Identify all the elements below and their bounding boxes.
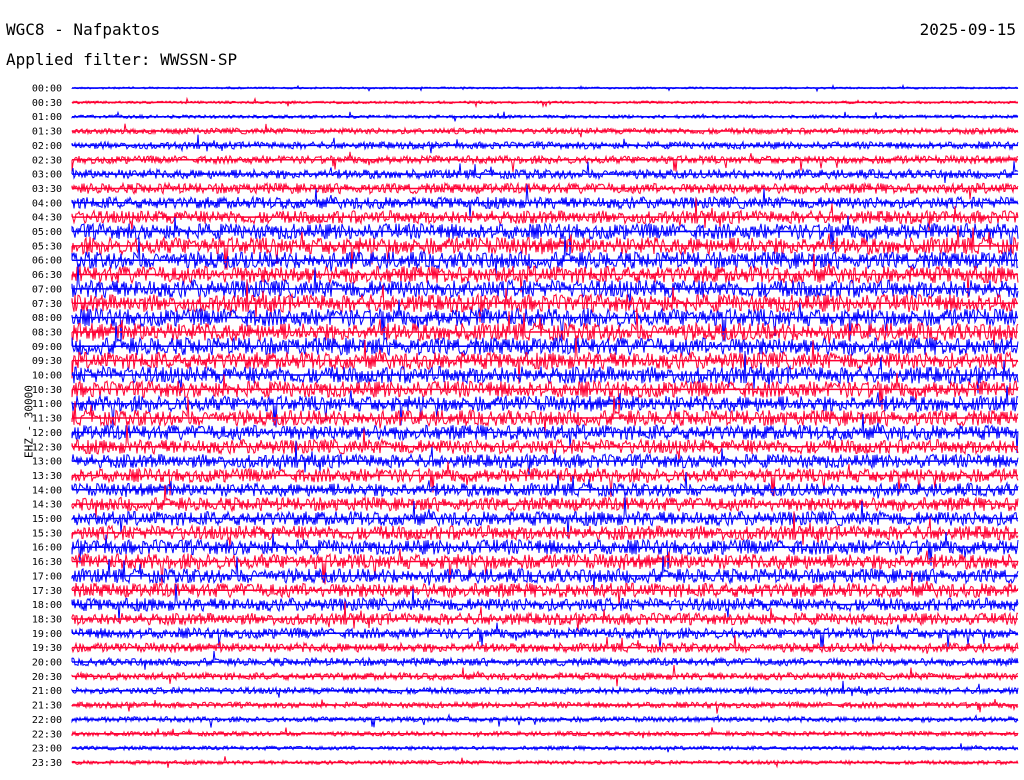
- trace-line: [71, 134, 1019, 154]
- trace-group: [71, 83, 1019, 769]
- time-label: 05:30: [32, 241, 62, 252]
- time-label: 19:00: [32, 629, 62, 640]
- time-label: 20:30: [32, 672, 62, 683]
- time-label: 18:00: [32, 600, 62, 611]
- time-label: 11:00: [32, 399, 62, 410]
- trace-line: [71, 713, 1019, 728]
- time-label: 15:30: [32, 528, 62, 539]
- time-label: 15:00: [32, 514, 62, 525]
- time-label: 03:30: [32, 184, 62, 195]
- trace-line: [71, 650, 1019, 670]
- trace-line: [71, 680, 1019, 698]
- time-label: 20:00: [32, 658, 62, 669]
- time-label: 08:30: [32, 327, 62, 338]
- time-label: 19:30: [32, 643, 62, 654]
- time-label: 23:30: [32, 758, 62, 769]
- trace-line: [71, 151, 1019, 173]
- time-label: 02:30: [32, 155, 62, 166]
- time-label: 02:00: [32, 141, 62, 152]
- time-label: 12:30: [32, 442, 62, 453]
- time-label: 01:30: [32, 127, 62, 138]
- time-label: 07:30: [32, 299, 62, 310]
- time-label: 05:00: [32, 227, 62, 238]
- trace-line: [71, 727, 1019, 739]
- time-label: 09:00: [32, 342, 62, 353]
- time-label: 09:30: [32, 356, 62, 367]
- time-label: 13:30: [32, 471, 62, 482]
- time-label: 00:00: [32, 84, 62, 95]
- time-label: 14:30: [32, 500, 62, 511]
- time-label: 03:00: [32, 170, 62, 181]
- time-label: 22:00: [32, 715, 62, 726]
- time-label: 08:00: [32, 313, 62, 324]
- time-label: 10:30: [32, 385, 62, 396]
- time-label: 06:00: [32, 256, 62, 267]
- time-label: 06:30: [32, 270, 62, 281]
- time-label: 21:00: [32, 686, 62, 697]
- seismogram-plot: 00:00 00:30 01:00 01:30 02:00 02:30 03:00 03:30…: [32, 83, 1019, 769]
- time-label: 22:30: [32, 729, 62, 740]
- time-label: 10:00: [32, 371, 62, 382]
- time-label: 11:30: [32, 414, 62, 425]
- time-label: 01:00: [32, 112, 62, 123]
- time-label: 13:00: [32, 457, 62, 468]
- trace-line: [71, 622, 1019, 650]
- time-label: 00:30: [32, 98, 62, 109]
- time-label: 14:00: [32, 485, 62, 496]
- time-label: 17:00: [32, 571, 62, 582]
- time-label: 04:00: [32, 198, 62, 209]
- time-label: 16:30: [32, 557, 62, 568]
- time-label: 16:00: [32, 543, 62, 554]
- trace-line: [71, 699, 1019, 714]
- time-label: 18:30: [32, 614, 62, 625]
- time-label: 21:30: [32, 701, 62, 712]
- time-label: 17:30: [32, 586, 62, 597]
- time-label: 04:30: [32, 213, 62, 224]
- time-label: 23:00: [32, 744, 62, 755]
- time-label-group: 00:00 00:30 01:00 01:30 02:00 02:30 03:00 03:30…: [32, 84, 62, 769]
- trace-line: [71, 83, 1019, 93]
- trace-line: [71, 181, 1019, 200]
- time-label: 12:00: [32, 428, 62, 439]
- time-label: 07:00: [32, 284, 62, 295]
